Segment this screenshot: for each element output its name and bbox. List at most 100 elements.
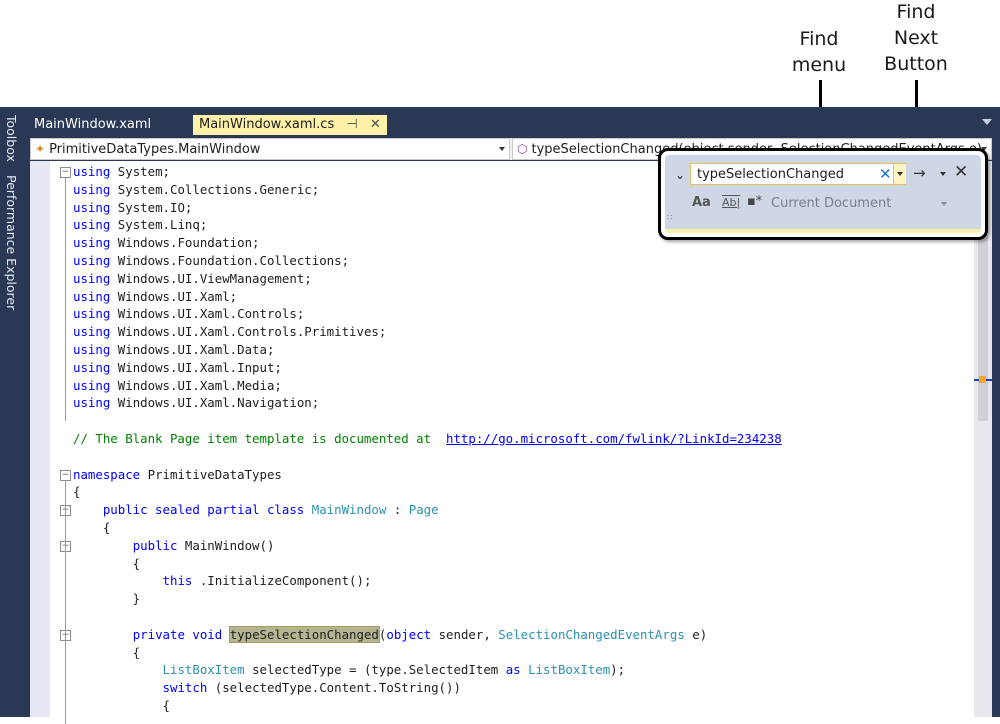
find-panel: ⌄ ✕ → ✕ Aa Ab| ▪* Current Document ∷ xyxy=(665,155,981,233)
tab-mainwindow-xaml-cs[interactable]: MainWindow.xaml.cs ⊣ ✕ xyxy=(193,115,387,135)
callout-find-menu-text: Find menu xyxy=(791,28,847,76)
scroll-marker-change xyxy=(979,376,986,383)
chevron-down-icon xyxy=(499,147,505,151)
code-token: System.Linq; xyxy=(117,217,208,233)
chevron-down-icon[interactable] xyxy=(941,202,947,206)
code-token: (selectedType.Content.ToString()) xyxy=(214,680,461,696)
type-selector-value: PrimitiveDataTypes.MainWindow xyxy=(49,142,261,157)
code-token: using xyxy=(73,377,111,393)
code-line: using Windows.UI.Xaml.Data; xyxy=(73,341,274,359)
code-line: using System; xyxy=(73,163,170,181)
find-input-wrap: ✕ xyxy=(690,163,906,185)
code-line: using System.Linq; xyxy=(73,216,207,234)
code-token: Windows.UI.ViewManagement; xyxy=(117,270,312,286)
code-token: // The Blank Page item template is docum… xyxy=(73,431,439,446)
class-icon: ✦ xyxy=(35,142,46,156)
code-token: using xyxy=(73,235,111,251)
find-history-dropdown[interactable] xyxy=(893,164,906,184)
code-line: using Windows.UI.Xaml.Navigation; xyxy=(73,394,319,412)
code-token: using xyxy=(73,181,111,197)
match-whole-word-toggle[interactable]: Ab| xyxy=(722,196,740,209)
code-token: switch xyxy=(162,680,208,696)
regex-toggle[interactable]: ▪* xyxy=(747,194,762,209)
code-token: using xyxy=(73,270,111,286)
code-line: } xyxy=(73,590,140,608)
comment-link[interactable]: http://go.microsoft.com/fwlink/?LinkId=2… xyxy=(446,431,782,446)
clear-search-icon[interactable]: ✕ xyxy=(879,164,892,184)
window-edge xyxy=(992,161,1000,717)
code-line: using Windows.UI.Xaml.Controls.Primitive… xyxy=(73,323,386,341)
document-tabs: MainWindow.xaml MainWindow.xaml.cs ⊣ ✕ xyxy=(28,107,1000,135)
code-token: using xyxy=(73,164,111,179)
method-icon: ⬡ xyxy=(517,142,528,156)
callout-find-next-text: Find Next Button xyxy=(884,1,948,75)
search-scope-select[interactable]: Current Document xyxy=(771,196,891,211)
callout-find-next: Find Next Button xyxy=(876,0,956,77)
code-token: using xyxy=(73,306,111,322)
sidebar-item-toolbox[interactable]: Toolbox xyxy=(4,115,19,162)
code-token: { xyxy=(73,520,111,535)
collapse-region-icon[interactable]: − xyxy=(60,469,71,481)
code-token: ); xyxy=(610,662,626,678)
side-toolbar: Toolbox Performance Explorer xyxy=(0,107,28,717)
code-token: { xyxy=(73,644,141,660)
code-token: typeSelectionChanged xyxy=(228,625,380,643)
find-next-button[interactable]: → xyxy=(913,164,926,182)
callout-find-menu: Find menu xyxy=(786,26,852,78)
code-line: // The Blank Page item template is docum… xyxy=(73,430,782,448)
code-line: using Windows.Foundation.Collections; xyxy=(73,252,349,270)
code-token: MainWindow xyxy=(311,502,387,518)
code-token: using xyxy=(73,288,111,304)
code-token: : xyxy=(393,502,402,518)
find-input[interactable] xyxy=(691,164,883,184)
code-line: { xyxy=(73,697,170,715)
tab-overflow-dropdown-icon[interactable] xyxy=(982,119,992,125)
code-token: SelectionChangedEventArgs xyxy=(498,626,685,642)
code-token: { xyxy=(73,484,81,500)
code-line: using Windows.Foundation; xyxy=(73,234,260,252)
code-line: using Windows.UI.Xaml.Media; xyxy=(73,377,282,395)
code-token: .InitializeComponent(); xyxy=(199,573,372,589)
vertical-scrollbar[interactable] xyxy=(974,161,992,717)
expand-replace-icon[interactable]: ⌄ xyxy=(675,168,685,182)
sidebar-item-label: Performance Explorer xyxy=(4,175,19,311)
code-token: this xyxy=(162,573,193,589)
close-tab-icon[interactable]: ✕ xyxy=(370,117,381,132)
code-line: using Windows.UI.Xaml.Controls; xyxy=(73,305,304,323)
code-token: using xyxy=(73,395,111,411)
code-line: switch (selectedType.Content.ToString()) xyxy=(73,679,461,697)
code-token: using xyxy=(73,324,111,340)
code-line: using Windows.UI.Xaml.Input; xyxy=(73,359,282,377)
code-token: using xyxy=(73,253,111,268)
resize-grip-icon[interactable]: ∷ xyxy=(667,213,672,222)
code-line: using Windows.UI.Xaml; xyxy=(73,288,237,306)
tab-mainwindow-xaml[interactable]: MainWindow.xaml xyxy=(28,115,157,135)
close-find-icon[interactable]: ✕ xyxy=(954,162,968,182)
code-token: Windows.UI.Xaml.Controls.Primitives; xyxy=(117,324,387,340)
sidebar-item-performance-explorer[interactable]: Performance Explorer xyxy=(4,175,19,310)
tab-label: MainWindow.xaml xyxy=(34,117,152,132)
match-case-toggle[interactable]: Aa xyxy=(692,195,711,210)
chevron-down-icon xyxy=(897,172,903,176)
pin-icon[interactable]: ⊣ xyxy=(346,117,357,132)
outline-guide xyxy=(65,480,66,724)
code-token: Page xyxy=(408,502,439,518)
code-token: Windows.UI.Xaml.Input; xyxy=(117,359,282,375)
code-token: using xyxy=(73,342,111,357)
outline-guide xyxy=(65,178,66,422)
code-line: private void typeSelectionChanged(object… xyxy=(73,625,707,644)
find-options-dropdown-icon[interactable] xyxy=(940,172,946,176)
type-selector[interactable]: ✦ PrimitiveDataTypes.MainWindow xyxy=(30,138,510,160)
code-token: public xyxy=(132,537,178,553)
code-token: Windows.Foundation.Collections; xyxy=(117,253,350,268)
code-token: Windows.UI.Xaml.Controls; xyxy=(117,306,305,322)
code-line: using Windows.UI.ViewManagement; xyxy=(73,270,312,288)
code-editor[interactable]: −−−−− using System;using System.Collecti… xyxy=(30,161,974,724)
code-line: { xyxy=(73,483,80,501)
code-line: ListBoxItem selectedType = (type.Selecte… xyxy=(73,661,626,679)
code-line: this .InitializeComponent(); xyxy=(73,572,372,590)
code-token: { xyxy=(73,698,170,713)
collapse-region-icon[interactable]: − xyxy=(60,167,71,178)
